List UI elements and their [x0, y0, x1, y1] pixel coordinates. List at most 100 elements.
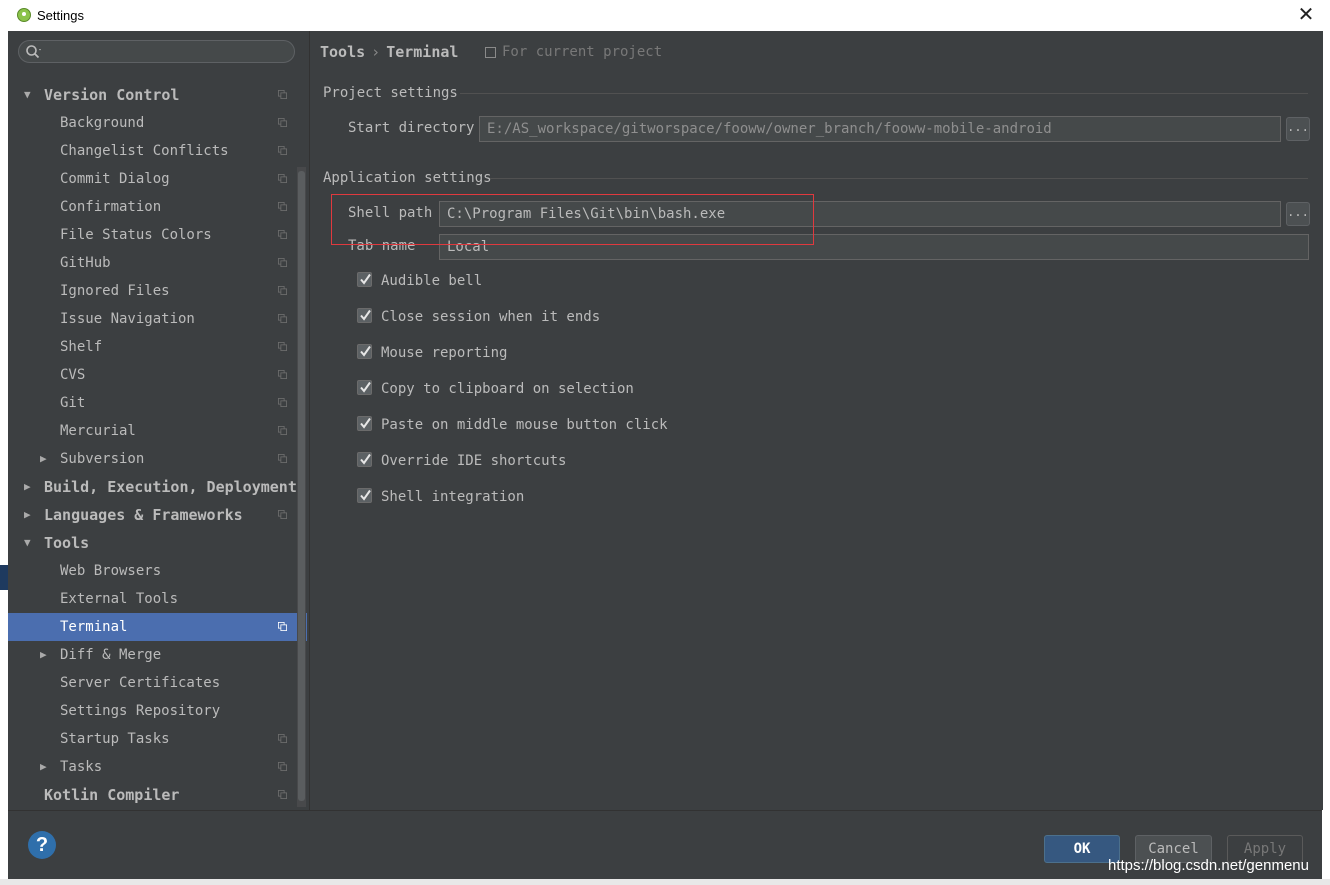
checkbox-box[interactable]: [357, 416, 372, 431]
checkbox-mouse-reporting[interactable]: Mouse reporting: [357, 343, 757, 363]
sidebar-item-server-certificates[interactable]: Server Certificates: [8, 669, 307, 697]
sidebar-item-settings-repository[interactable]: Settings Repository: [8, 697, 307, 725]
start-directory-field[interactable]: E:/AS_workspace/gitworspace/fooww/owner_…: [479, 116, 1281, 142]
collapsed-arrow-icon[interactable]: ▶: [24, 501, 36, 529]
application-settings-divider: [490, 178, 1308, 179]
sidebar-item-tasks[interactable]: ▶ Tasks: [8, 753, 307, 781]
project-scope-icon: [278, 762, 287, 771]
checkbox-copy-to-clipboard-on-selection[interactable]: Copy to clipboard on selection: [357, 379, 757, 399]
checkbox-override-ide-shortcuts[interactable]: Override IDE shortcuts: [357, 451, 757, 471]
sidebar-item-git[interactable]: Git: [8, 389, 307, 417]
application-settings-heading: Application settings: [323, 170, 492, 186]
collapsed-arrow-icon[interactable]: ▶: [40, 753, 52, 781]
sidebar-item-label: Version Control: [44, 86, 180, 104]
checkbox-label: Copy to clipboard on selection: [381, 381, 634, 397]
sidebar-item-diff-merge[interactable]: ▶ Diff & Merge: [8, 641, 307, 669]
checkmark-icon: [360, 381, 371, 393]
sidebar-item-label: Kotlin Compiler: [44, 786, 180, 804]
checkbox-audible-bell[interactable]: Audible bell: [357, 271, 757, 291]
help-icon[interactable]: ?: [28, 831, 56, 859]
sidebar-item-label: Confirmation: [60, 199, 162, 215]
checkmark-icon: [360, 345, 371, 357]
checkbox-label: Mouse reporting: [381, 345, 508, 361]
expanded-arrow-icon[interactable]: ▼: [24, 81, 36, 109]
sidebar-item-github[interactable]: GitHub: [8, 249, 307, 277]
sidebar-item-cvs[interactable]: CVS: [8, 361, 307, 389]
sidebar-item-tools[interactable]: ▼ Tools: [8, 529, 307, 557]
project-scope-icon: [278, 342, 287, 351]
sidebar-scrollbar-thumb[interactable]: [298, 171, 305, 801]
checkbox-close-session-when-it-ends[interactable]: Close session when it ends: [357, 307, 757, 327]
project-scope-icon: [278, 622, 287, 631]
checkbox-box[interactable]: [357, 308, 372, 323]
sidebar-item-subversion[interactable]: ▶ Subversion: [8, 445, 307, 473]
sidebar-item-issue-navigation[interactable]: Issue Navigation: [8, 305, 307, 333]
sidebar-item-label: Settings Repository: [60, 703, 221, 719]
breadcrumb-current: Terminal: [386, 43, 459, 61]
checkbox-label: Override IDE shortcuts: [381, 453, 567, 469]
sidebar-item-changelist-conflicts[interactable]: Changelist Conflicts: [8, 137, 307, 165]
sidebar-item-shelf[interactable]: Shelf: [8, 333, 307, 361]
sidebar-item-label: Build, Execution, Deployment: [44, 478, 297, 496]
expanded-arrow-icon[interactable]: ▼: [24, 529, 36, 557]
checkbox-box[interactable]: [357, 380, 372, 395]
breadcrumb-separator: ›: [371, 43, 381, 61]
sidebar-item-file-status-colors[interactable]: File Status Colors: [8, 221, 307, 249]
collapsed-arrow-icon[interactable]: ▶: [40, 641, 52, 669]
project-scope-icon: [278, 230, 287, 239]
project-scope-icon: [278, 398, 287, 407]
sidebar-item-label: Server Certificates: [60, 675, 221, 691]
sidebar-item-web-browsers[interactable]: Web Browsers: [8, 557, 307, 585]
checkbox-box[interactable]: [357, 344, 372, 359]
sidebar-item-version-control[interactable]: ▼ Version Control: [8, 81, 307, 109]
checkbox-label: Audible bell: [381, 273, 483, 289]
sidebar-item-label: File Status Colors: [60, 227, 212, 243]
sidebar-item-label: External Tools: [60, 591, 179, 607]
project-scope-icon: [278, 174, 287, 183]
android-studio-icon: [17, 8, 31, 22]
checkmark-icon: [360, 417, 371, 429]
project-scope-icon: [278, 314, 287, 323]
sidebar-item-background[interactable]: Background: [8, 109, 307, 137]
sidebar-item-languages-frameworks[interactable]: ▶ Languages & Frameworks: [8, 501, 307, 529]
checkmark-icon: [360, 273, 371, 285]
sidebar-item-kotlin-compiler[interactable]: Kotlin Compiler: [8, 781, 307, 809]
sidebar-item-label: Terminal: [60, 619, 128, 635]
collapsed-arrow-icon[interactable]: ▶: [40, 445, 52, 473]
settings-search-input[interactable]: [18, 40, 295, 63]
sidebar-item-label: Tools: [44, 534, 90, 552]
checkbox-box[interactable]: [357, 452, 372, 467]
shell-path-field[interactable]: C:\Program Files\Git\bin\bash.exe: [439, 201, 1281, 227]
sidebar-item-label: Commit Dialog: [60, 171, 170, 187]
sidebar-item-label: CVS: [60, 367, 86, 383]
sidebar-item-external-tools[interactable]: External Tools: [8, 585, 307, 613]
checkbox-box[interactable]: [357, 272, 372, 287]
close-icon[interactable]: ✕: [1293, 3, 1319, 27]
checkmark-icon: [360, 309, 371, 321]
tab-name-field[interactable]: Local: [439, 234, 1309, 260]
settings-content: Tools › Terminal For current project Proje…: [309, 31, 1323, 810]
scope-label: For current project: [485, 44, 662, 60]
shell-path-label: Shell path: [348, 205, 433, 221]
project-scope-icon: [278, 146, 287, 155]
sidebar-item-startup-tasks[interactable]: Startup Tasks: [8, 725, 307, 753]
sidebar-item-ignored-files[interactable]: Ignored Files: [8, 277, 307, 305]
checkbox-paste-on-middle-mouse-button-click[interactable]: Paste on middle mouse button click: [357, 415, 757, 435]
project-scope-icon: [278, 370, 287, 379]
sidebar-item-commit-dialog[interactable]: Commit Dialog: [8, 165, 307, 193]
sidebar-item-label: Diff & Merge: [60, 647, 162, 663]
sidebar-item-mercurial[interactable]: Mercurial: [8, 417, 307, 445]
sidebar-item-terminal[interactable]: Terminal: [8, 613, 307, 641]
start-directory-browse-button[interactable]: ...: [1286, 117, 1310, 141]
checkbox-box[interactable]: [357, 488, 372, 503]
window-titlebar: Settings ✕: [0, 0, 1330, 31]
shell-path-browse-button[interactable]: ...: [1286, 202, 1310, 226]
sidebar-item-confirmation[interactable]: Confirmation: [8, 193, 307, 221]
collapsed-arrow-icon[interactable]: ▶: [24, 473, 36, 501]
sidebar-item-label: Shelf: [60, 339, 103, 355]
start-directory-label: Start directory: [348, 120, 475, 136]
watermark-text: https://blog.csdn.net/genmenu: [1108, 857, 1309, 874]
sidebar-item-build-execution-deployment[interactable]: ▶ Build, Execution, Deployment: [8, 473, 307, 501]
checkbox-shell-integration[interactable]: Shell integration: [357, 487, 757, 507]
project-scope-icon: [485, 46, 496, 58]
